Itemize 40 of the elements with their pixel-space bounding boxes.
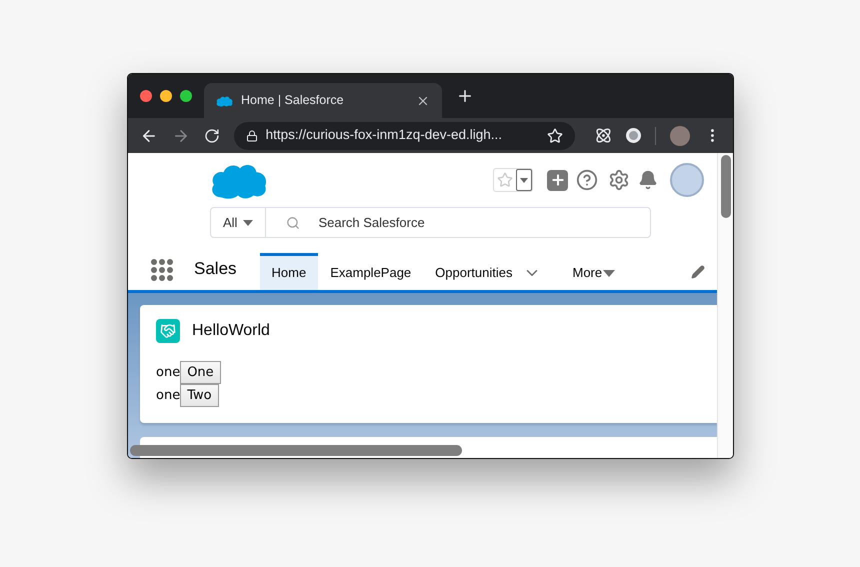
edit-icon[interactable] [691, 265, 705, 279]
nav-tab[interactable]: Home [260, 253, 318, 290]
zoom-window-button[interactable] [180, 90, 192, 102]
nav-tab[interactable]: ExamplePage [318, 253, 424, 290]
row-button[interactable]: Two [180, 384, 219, 407]
avatar-icon[interactable] [670, 126, 690, 146]
caret-icon [516, 169, 532, 191]
address-bar[interactable]: https://curious-fox-inm1zq-dev-ed.ligh... [234, 122, 576, 150]
scope-dropdown[interactable]: All [211, 208, 266, 237]
browser-tab[interactable]: Home | Salesforce [204, 83, 442, 118]
close-window-button[interactable] [140, 90, 152, 102]
atom-icon[interactable] [595, 127, 612, 144]
tab-title: Home | Salesforce [241, 92, 345, 110]
url-text: https://curious-fox-inm1zq-dev-ed.ligh... [266, 126, 503, 144]
app-name: Sales [194, 258, 237, 280]
reload-icon[interactable] [204, 128, 220, 144]
search-icon [286, 216, 300, 230]
settings-icon[interactable] [608, 169, 630, 191]
search-field[interactable]: All Search Salesforce [210, 207, 651, 238]
horizontal-scrollbar-thumb[interactable] [130, 445, 462, 456]
help-icon[interactable] [576, 169, 598, 191]
row-button[interactable]: One [180, 361, 221, 384]
row-label: one [156, 386, 180, 405]
cloud-icon [216, 94, 233, 106]
scrollbar-thumb[interactable] [720, 155, 730, 218]
star-icon[interactable] [547, 128, 564, 144]
nav-tab[interactable]: Opportunities [423, 253, 522, 290]
handshake-icon [156, 319, 180, 343]
row-label: one [156, 364, 180, 382]
add-icon[interactable] [547, 170, 568, 190]
lock-icon [246, 130, 258, 142]
more-tab[interactable]: More [560, 253, 628, 290]
new-tab-icon[interactable] [456, 87, 474, 105]
bell-icon[interactable] [638, 170, 658, 190]
favorites-button[interactable] [493, 168, 533, 192]
vertical-scrollbar[interactable] [717, 153, 733, 458]
minimize-window-button[interactable] [160, 90, 172, 102]
star-icon [497, 172, 513, 188]
app-launcher-icon[interactable] [150, 258, 174, 282]
card-title: HelloWorld [192, 321, 270, 341]
